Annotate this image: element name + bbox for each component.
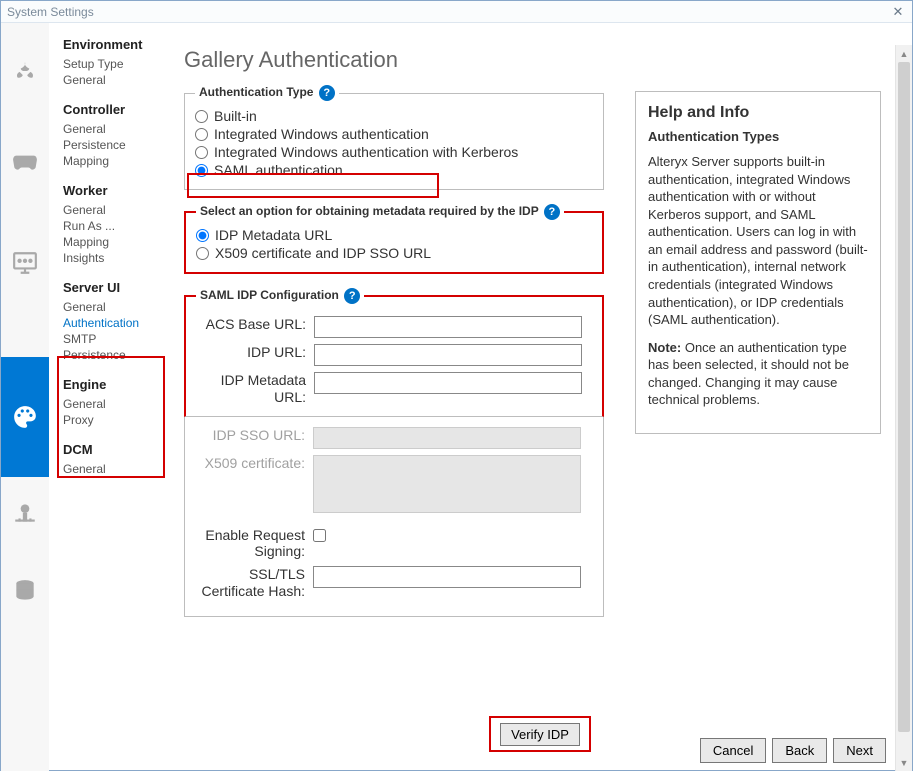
footer-buttons: Cancel Back Next (700, 738, 886, 763)
label-x509: X509 certificate: (195, 455, 313, 472)
radio-idp-metadata-url[interactable]: IDP Metadata URL (196, 226, 592, 244)
nav-engine: Engine General Proxy (49, 377, 164, 428)
close-icon[interactable]: ✕ (890, 4, 906, 20)
radio-builtin-input[interactable] (195, 110, 208, 123)
radio-builtin[interactable]: Built-in (195, 107, 593, 125)
highlight-verify-idp: Verify IDP (489, 716, 591, 752)
nav-item-wk-runas[interactable]: Run As ... (63, 218, 164, 234)
nav-item-ctrl-mapping[interactable]: Mapping (63, 153, 164, 169)
engine-icon[interactable] (1, 493, 49, 533)
nav-hdr-serverui: Server UI (63, 280, 164, 295)
input-ssl-cert-hash[interactable] (313, 566, 581, 588)
nav-column: Environment Setup Type General Controlle… (49, 23, 164, 771)
input-idp-sso-url (313, 427, 581, 449)
nav-item-ctrl-persistence[interactable]: Persistence (63, 137, 164, 153)
icon-column (1, 23, 49, 771)
radio-iwa-input[interactable] (195, 128, 208, 141)
page-title: Gallery Authentication (184, 47, 892, 73)
legend-auth-type: Authentication Type ? (195, 85, 339, 101)
nav-dcm: DCM General (49, 442, 164, 477)
radio-saml-input[interactable] (195, 164, 208, 177)
help-icon[interactable]: ? (344, 288, 360, 304)
nav-item-wk-mapping[interactable]: Mapping (63, 234, 164, 250)
help-subtitle: Authentication Types (648, 128, 868, 146)
cancel-button[interactable]: Cancel (700, 738, 766, 763)
help-panel: Help and Info Authentication Types Alter… (635, 91, 881, 434)
radio-iwa-kerberos[interactable]: Integrated Windows authentication with K… (195, 143, 593, 161)
nav-item-env-general[interactable]: General (63, 72, 164, 88)
input-x509-certificate (313, 455, 581, 513)
nav-item-dcm-general[interactable]: General (63, 461, 164, 477)
next-button[interactable]: Next (833, 738, 886, 763)
fieldset-saml-config-cont: IDP SSO URL: X509 certificate: Enable Re… (184, 417, 604, 617)
radio-iwa-kerberos-input[interactable] (195, 146, 208, 159)
nav-item-sui-general[interactable]: General (63, 299, 164, 315)
leaf-icon[interactable] (1, 53, 49, 93)
nav-hdr-engine: Engine (63, 377, 164, 392)
help-paragraph-1: Alteryx Server supports built-in authent… (648, 153, 868, 328)
radio-x509-sso[interactable]: X509 certificate and IDP SSO URL (196, 244, 592, 262)
help-paragraph-2: Note: Once an authentication type has be… (648, 339, 868, 409)
label-sign: Enable Request Signing: (195, 527, 313, 561)
gamepad-icon[interactable] (1, 141, 49, 181)
scroll-down-icon[interactable]: ▼ (896, 754, 912, 771)
fieldset-auth-type: Authentication Type ? Built-in Integrate… (184, 85, 604, 190)
nav-environment: Environment Setup Type General (49, 37, 164, 88)
nav-serverui: Server UI General Authentication SMTP Pe… (49, 280, 164, 363)
legend-metadata-option: Select an option for obtaining metadata … (196, 204, 564, 220)
fieldset-saml-config: SAML IDP Configuration ? ACS Base URL: I… (184, 288, 604, 417)
nav-hdr-dcm: DCM (63, 442, 164, 457)
palette-icon[interactable] (1, 357, 49, 477)
nav-worker: Worker General Run As ... Mapping Insigh… (49, 183, 164, 266)
nav-controller: Controller General Persistence Mapping (49, 102, 164, 169)
title-bar: System Settings ✕ (1, 1, 912, 23)
radio-saml[interactable]: SAML authentication (195, 161, 593, 179)
nav-hdr-worker: Worker (63, 183, 164, 198)
nav-item-wk-insights[interactable]: Insights (63, 250, 164, 266)
nav-item-eng-general[interactable]: General (63, 396, 164, 412)
window-title: System Settings (7, 5, 94, 19)
nav-item-ctrl-general[interactable]: General (63, 121, 164, 137)
nav-item-sui-smtp[interactable]: SMTP (63, 331, 164, 347)
input-acs-base-url[interactable] (314, 316, 582, 338)
radio-iwa[interactable]: Integrated Windows authentication (195, 125, 593, 143)
label-idp: IDP URL: (196, 344, 314, 361)
input-idp-url[interactable] (314, 344, 582, 366)
fieldset-metadata-option: Select an option for obtaining metadata … (184, 204, 604, 274)
help-title: Help and Info (648, 102, 868, 124)
label-acs: ACS Base URL: (196, 316, 314, 333)
database-icon[interactable] (1, 571, 49, 611)
nav-item-wk-general[interactable]: General (63, 202, 164, 218)
radio-x509-sso-input[interactable] (196, 247, 209, 260)
scroll-thumb[interactable] (898, 62, 910, 732)
radio-idp-metadata-url-input[interactable] (196, 229, 209, 242)
checkbox-enable-request-signing[interactable] (313, 529, 326, 542)
verify-idp-button[interactable]: Verify IDP (500, 723, 580, 746)
help-icon[interactable]: ? (319, 85, 335, 101)
monitor-icon[interactable] (1, 243, 49, 283)
nav-item-eng-proxy[interactable]: Proxy (63, 412, 164, 428)
nav-hdr-environment: Environment (63, 37, 164, 52)
label-sso: IDP SSO URL: (195, 427, 313, 444)
back-button[interactable]: Back (772, 738, 827, 763)
nav-hdr-controller: Controller (63, 102, 164, 117)
label-meta: IDP Metadata URL: (196, 372, 314, 406)
legend-saml-config: SAML IDP Configuration ? (196, 288, 364, 304)
nav-item-setup-type[interactable]: Setup Type (63, 56, 164, 72)
input-idp-metadata-url[interactable] (314, 372, 582, 394)
nav-item-sui-persistence[interactable]: Persistence (63, 347, 164, 363)
help-icon[interactable]: ? (544, 204, 560, 220)
label-ssl: SSL/TLS Certificate Hash: (195, 566, 313, 600)
nav-item-sui-authentication[interactable]: Authentication (63, 315, 164, 331)
scrollbar[interactable]: ▲ ▼ (895, 45, 912, 771)
scroll-up-icon[interactable]: ▲ (896, 45, 912, 62)
